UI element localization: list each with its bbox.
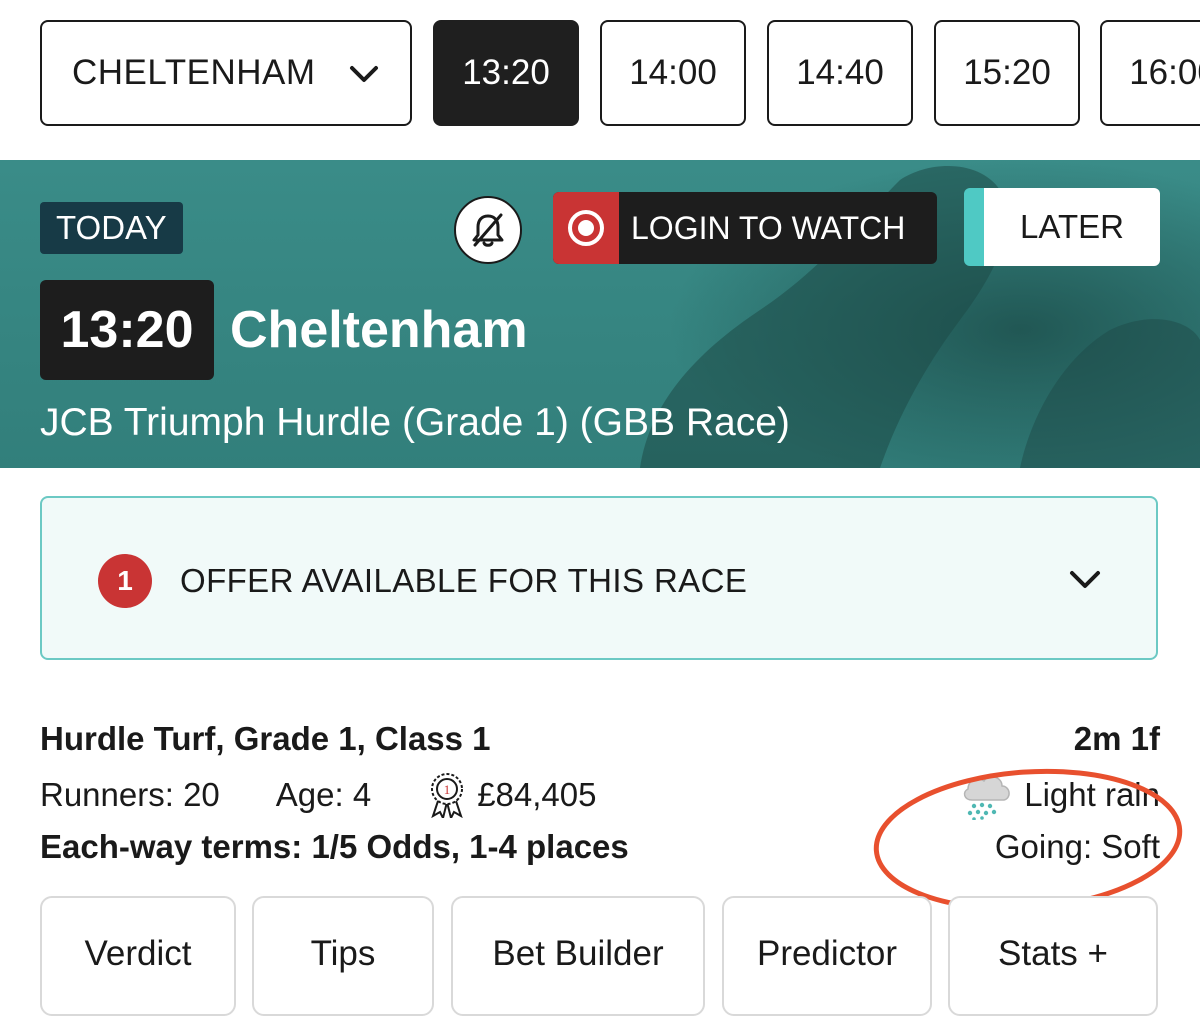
tab-stats[interactable]: Stats + [948,896,1158,1016]
race-time-badge: 13:20 [40,280,214,380]
svg-text:1: 1 [444,782,451,797]
tab-bet-builder[interactable]: Bet Builder [451,896,705,1016]
race-selector-bar: CHELTENHAM 13:20 14:00 14:40 15:20 16:00 [0,0,1200,150]
race-time-tab[interactable]: 13:20 [433,20,579,126]
race-details: Hurdle Turf, Grade 1, Class 1 2m 1f Runn… [40,712,1160,872]
login-to-watch-label: LOGIN TO WATCH [631,209,906,246]
chevron-down-icon [350,66,378,82]
going-label: Going: Soft [994,828,1160,865]
today-badge: TODAY [40,202,183,254]
race-tabs: Verdict Tips Bet Builder Predictor Stats… [0,896,1200,1016]
race-time-tab[interactable]: 16:00 [1100,20,1200,126]
prize-rosette-icon: 1 [431,773,464,818]
weather-label: Light rain [1024,776,1160,813]
offer-panel[interactable]: 1 OFFER AVAILABLE FOR THIS RACE [40,496,1158,660]
weather-info: Light rain [958,768,1160,822]
record-icon [553,192,619,264]
runners-count: Runners: 20 [40,776,220,813]
race-stats-row: Runners: 20 Age: 4 1 £84,405 [40,768,597,822]
chevron-down-icon [1070,571,1100,588]
race-time-tab[interactable]: 14:00 [600,20,746,126]
offer-text: OFFER AVAILABLE FOR THIS RACE [180,562,748,599]
login-to-watch-button[interactable]: LOGIN TO WATCH [553,192,937,264]
race-time-tab[interactable]: 15:20 [934,20,1080,126]
tab-predictor[interactable]: Predictor [722,896,932,1016]
prize-money: £84,405 [477,776,597,813]
each-way-terms: Each-way terms: 1/5 Odds, 1-4 places [40,828,629,865]
rain-cloud-icon [964,776,1010,820]
race-hero-banner: TODAY LOGIN TO WATCH LATER 13:20 Chelten… [0,160,1200,468]
race-distance: 2m 1f [1073,720,1160,757]
tab-verdict[interactable]: Verdict [40,896,236,1016]
course-dropdown-label: CHELTENHAM [72,53,316,92]
notification-toggle[interactable] [454,196,522,264]
offer-count-badge: 1 [98,554,152,608]
age-limit: Age: 4 [275,776,372,813]
race-course-title: Cheltenham [230,301,528,359]
race-type: Hurdle Turf, Grade 1, Class 1 [40,720,491,757]
tab-tips[interactable]: Tips [252,896,434,1016]
course-dropdown[interactable]: CHELTENHAM [40,20,412,126]
later-button[interactable]: LATER [964,188,1160,266]
bell-off-icon [472,213,504,247]
race-time-tab[interactable]: 14:40 [767,20,913,126]
race-name: JCB Triumph Hurdle (Grade 1) (GBB Race) [40,401,790,444]
